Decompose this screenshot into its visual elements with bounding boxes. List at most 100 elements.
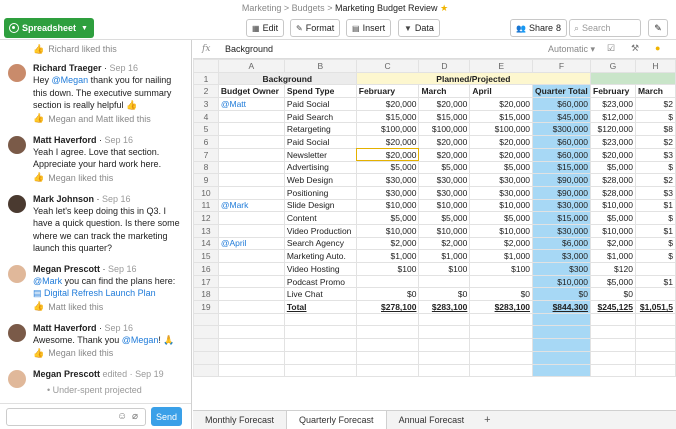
avatar[interactable] [8,264,26,283]
cell[interactable] [217,147,285,162]
cell[interactable] [590,350,636,365]
cell[interactable] [418,274,471,289]
cell[interactable] [217,338,285,352]
cell[interactable]: $ [634,236,676,251]
cell[interactable]: $ [634,109,676,124]
cell[interactable]: Video Production [283,223,357,238]
cell[interactable]: Paid Social [283,135,357,149]
cell[interactable] [634,312,676,327]
tab-monthly-forecast[interactable]: Monthly Forecast [193,411,286,429]
cell[interactable]: $30,000 [418,185,471,200]
cell[interactable]: $20,000 [355,135,420,149]
cell[interactable]: $3,000 [532,249,592,263]
row-header[interactable] [193,325,219,340]
cell[interactable]: Slide Design [283,198,357,213]
avatar[interactable] [8,323,26,342]
cell[interactable] [355,274,420,289]
cell[interactable]: $15,000 [469,109,534,124]
tab-annual-forecast[interactable]: Annual Forecast [387,411,477,429]
cell[interactable]: $23,000 [590,97,636,111]
cell[interactable]: $2 [634,135,676,149]
row-header[interactable]: 3 [193,97,219,111]
cell[interactable]: $100,000 [355,122,420,137]
cell[interactable]: $1,000 [418,249,471,263]
cell[interactable]: Marketing Auto. [283,249,357,263]
cell[interactable]: Spend Type [283,84,357,99]
cell[interactable] [217,249,285,263]
cell[interactable]: $60,000 [532,97,592,111]
author-name[interactable]: Megan Prescott [33,369,100,379]
cell[interactable]: $100,000 [418,122,471,137]
row-header[interactable]: 6 [193,135,219,149]
cell[interactable]: $90,000 [532,173,592,187]
edit-button[interactable]: ▦ Edit [246,19,285,37]
cell[interactable] [217,160,285,175]
cell[interactable]: Retargeting [283,122,357,137]
cell[interactable]: $5,000 [418,211,471,225]
cell[interactable]: $300 [532,262,592,276]
cell[interactable] [355,350,420,365]
row-header[interactable]: 17 [193,274,219,289]
cell[interactable]: Quarter Total [532,84,592,99]
cell[interactable]: Search Agency [283,236,357,251]
cell[interactable] [355,363,420,378]
cell[interactable]: $100 [418,262,471,276]
row-header[interactable] [193,350,219,365]
column-header[interactable]: B [283,59,357,73]
mention-link[interactable]: @Mark [33,276,62,286]
avatar[interactable] [8,370,26,388]
actual-header-cell[interactable] [590,71,676,86]
cell[interactable] [217,223,285,238]
cell[interactable]: Newsletter [283,147,357,162]
cell[interactable]: $20,000 [355,97,420,111]
cell[interactable]: $60,000 [532,147,592,162]
cell[interactable]: $ [634,211,676,225]
cell[interactable] [217,185,285,200]
row-header[interactable]: 2 [193,84,219,99]
column-header[interactable]: G [590,59,636,73]
cell[interactable] [217,173,285,187]
attachment-link[interactable]: ▤ Digital Refresh Launch Plan [33,287,185,300]
cell[interactable] [418,350,471,365]
cell[interactable]: $30,000 [532,198,592,213]
cell[interactable]: February [590,84,636,99]
cell[interactable]: $0 [469,287,534,302]
cell[interactable]: $2,000 [469,236,534,251]
cell[interactable]: $3 [634,147,676,162]
format-button[interactable]: ✎ Format [290,19,341,37]
mention-link[interactable]: @Megan [122,335,159,345]
cell[interactable] [532,312,592,327]
cell[interactable]: $2,000 [418,236,471,251]
cell[interactable] [634,325,676,340]
cell[interactable] [217,350,285,365]
cell[interactable]: $20,000 [418,97,471,111]
cell[interactable]: Content [283,211,357,225]
cell[interactable]: $30,000 [469,173,534,187]
column-header[interactable]: C [355,59,420,73]
row-header[interactable]: 7 [193,147,219,162]
cell[interactable]: $120,000 [590,122,636,137]
cell[interactable]: $15,000 [532,160,592,175]
author-name[interactable]: Matt Haverford [33,323,97,333]
cell[interactable] [283,325,357,340]
tab-quarterly-forecast[interactable]: Quarterly Forecast [286,411,387,429]
cell[interactable]: $10,000 [590,223,636,238]
cell[interactable]: $20,000 [469,97,534,111]
cell[interactable] [217,262,285,276]
cell[interactable]: $2 [634,173,676,187]
cell[interactable] [217,211,285,225]
row-header[interactable]: 16 [193,262,219,276]
cell[interactable]: $2,000 [355,236,420,251]
row-header[interactable]: 9 [193,173,219,187]
cell[interactable] [355,325,420,340]
cell[interactable] [469,338,534,352]
author-name[interactable]: Mark Johnson [33,194,94,204]
author-name[interactable]: Richard Traeger [33,63,102,73]
row-header[interactable] [193,363,219,378]
cell[interactable]: $12,000 [590,109,636,124]
cell[interactable]: March [418,84,471,99]
cell[interactable]: $30,000 [469,185,534,200]
spreadsheet-app-button[interactable]: Spreadsheet ▼ [4,18,94,38]
cell[interactable]: $0 [532,287,592,302]
cell[interactable]: $20,000 [418,135,471,149]
